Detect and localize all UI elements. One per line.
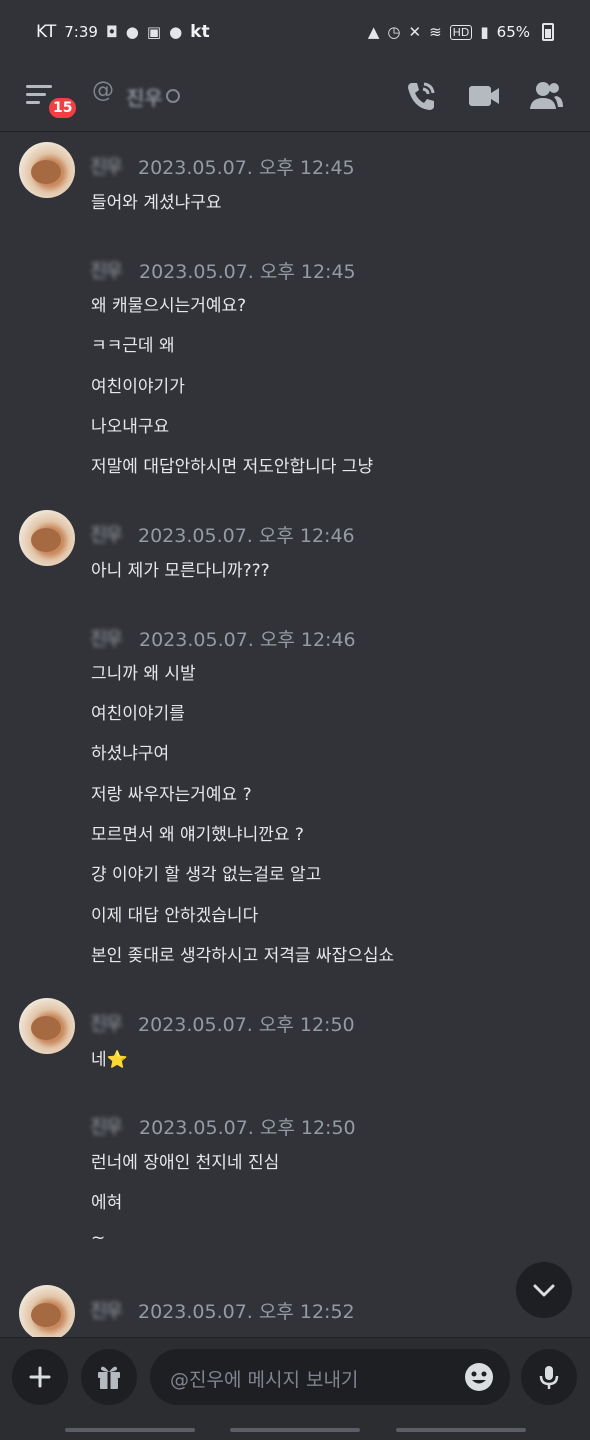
message-timestamp: 2023.05.07. 오후 12:46 (139, 629, 356, 651)
at-icon: @ (92, 78, 114, 103)
chevron-down-icon (533, 1284, 555, 1297)
message-text: 본인 좆대로 생각하시고 저격글 싸잡으십쇼 (91, 946, 395, 966)
message-composer: @진우에 메시지 보내기 (0, 1337, 590, 1440)
message-list[interactable]: 진우 2023.05.07. 오후 12:45 들어와 계셨냐구요 진우 202… (0, 132, 590, 1337)
carrier-badge: kt (190, 22, 210, 42)
message-author[interactable]: 진우 (90, 520, 123, 547)
alarm-icon: ◷ (387, 23, 401, 41)
lock-icon: ▲ (367, 23, 380, 41)
chat-notification-icon: ● (125, 23, 139, 41)
battery-icon (542, 23, 554, 41)
message-notification-icon: ● (169, 23, 183, 41)
microphone-icon (539, 1366, 559, 1389)
message-author[interactable]: 진우 (90, 1112, 123, 1139)
message-input-placeholder: @진우에 메시지 보내기 (170, 1369, 359, 1391)
gift-button[interactable] (81, 1349, 137, 1405)
avatar[interactable] (19, 1285, 75, 1337)
hamburger-menu-icon (26, 85, 52, 88)
app-notification-icon: ◘ (105, 23, 118, 41)
message-author[interactable]: 진우 (90, 624, 123, 651)
emoji-icon[interactable] (463, 1361, 495, 1393)
message-timestamp: 2023.05.07. 오후 12:50 (138, 1014, 355, 1036)
message-text: 네⭐ (91, 1050, 128, 1070)
message-text: 여친이야기를 (91, 704, 185, 724)
message-timestamp: 2023.05.07. 오후 12:45 (139, 261, 356, 283)
nav-indicator (396, 1428, 526, 1432)
avatar[interactable] (19, 998, 75, 1054)
message-text: 아니 제가 모른다니까??? (91, 561, 270, 581)
channel-header: 15 @ 진우 (0, 64, 590, 132)
message-text: 나오내구요 (91, 417, 170, 437)
message-text: 걍 이야기 할 생각 없는걸로 알고 (91, 865, 322, 885)
status-left: KT 7:39 ◘ ● ▣ ● kt (36, 22, 210, 42)
message-author[interactable]: 진우 (90, 1296, 123, 1323)
phone-call-icon (408, 82, 435, 110)
message-text: 에혀 (91, 1193, 123, 1213)
dm-name: 진우 (126, 86, 163, 110)
hamburger-line (26, 101, 40, 104)
message-text: 여친이야기가 (91, 377, 185, 397)
signal-icon: ▮ (480, 23, 489, 41)
mute-icon: ✕ (408, 23, 422, 41)
message-timestamp: 2023.05.07. 오후 12:46 (138, 525, 355, 547)
message-author[interactable]: 진우 (90, 256, 123, 283)
jump-to-latest-button[interactable] (516, 1262, 572, 1318)
nav-indicator (230, 1428, 360, 1432)
menu-button[interactable]: 15 (26, 81, 80, 121)
gallery-notification-icon: ▣ (146, 23, 162, 41)
message-timestamp: 2023.05.07. 오후 12:50 (139, 1117, 356, 1139)
notification-badge: 15 (46, 95, 80, 121)
message-text: 런너에 장애인 천지네 진심 (91, 1153, 280, 1173)
message-text: 왜 캐물으시는거예요? (91, 296, 247, 316)
carrier-label: KT (36, 22, 57, 42)
gift-icon (98, 1366, 120, 1389)
message-text: 저말에 대답안하시면 저도안합니다 그냥 (91, 457, 374, 477)
status-right: ▲ ◷ ✕ ≋ HD ▮ 65% (368, 23, 554, 41)
message-author[interactable]: 진우 (90, 152, 123, 179)
message-text: 하셨냐구여 (91, 744, 170, 764)
clock: 7:39 (64, 23, 98, 41)
avatar[interactable] (19, 510, 75, 566)
message-text: 들어와 계셨냐구요 (91, 193, 222, 213)
voice-message-button[interactable] (521, 1349, 577, 1405)
message-input[interactable]: @진우에 메시지 보내기 (150, 1349, 510, 1405)
hamburger-line (26, 93, 46, 96)
dm-title[interactable]: 진우 (126, 82, 163, 111)
nav-indicator (65, 1428, 195, 1432)
plus-icon (29, 1366, 51, 1388)
message-text: 그니까 왜 시발 (91, 664, 196, 684)
offline-status-icon (166, 89, 180, 103)
message-timestamp: 2023.05.07. 오후 12:52 (138, 1301, 355, 1323)
message-text: 저랑 싸우자는거예요 ? (91, 785, 252, 805)
message-text: ㅋㅋ근데 왜 (91, 336, 175, 356)
avatar[interactable] (19, 142, 75, 198)
member-list-button[interactable] (526, 76, 566, 116)
battery-percent: 65% (496, 23, 530, 41)
hd-icon: HD (449, 24, 473, 40)
wifi-icon: ≋ (429, 23, 442, 41)
add-attachment-button[interactable] (12, 1349, 68, 1405)
member-list-icon (530, 82, 563, 109)
video-camera-icon (469, 86, 499, 106)
message-timestamp: 2023.05.07. 오후 12:45 (138, 157, 355, 179)
message-text: 모르면서 왜 얘기했냐니깐요 ? (91, 825, 304, 845)
video-call-button[interactable] (464, 76, 504, 116)
message-text: ~ (91, 1228, 106, 1248)
call-button[interactable] (401, 76, 441, 116)
status-bar: KT 7:39 ◘ ● ▣ ● kt ▲ ◷ ✕ ≋ HD ▮ 65% (0, 0, 590, 64)
message-text: 이제 대답 안하겠습니다 (91, 906, 259, 926)
message-author[interactable]: 진우 (90, 1009, 123, 1036)
